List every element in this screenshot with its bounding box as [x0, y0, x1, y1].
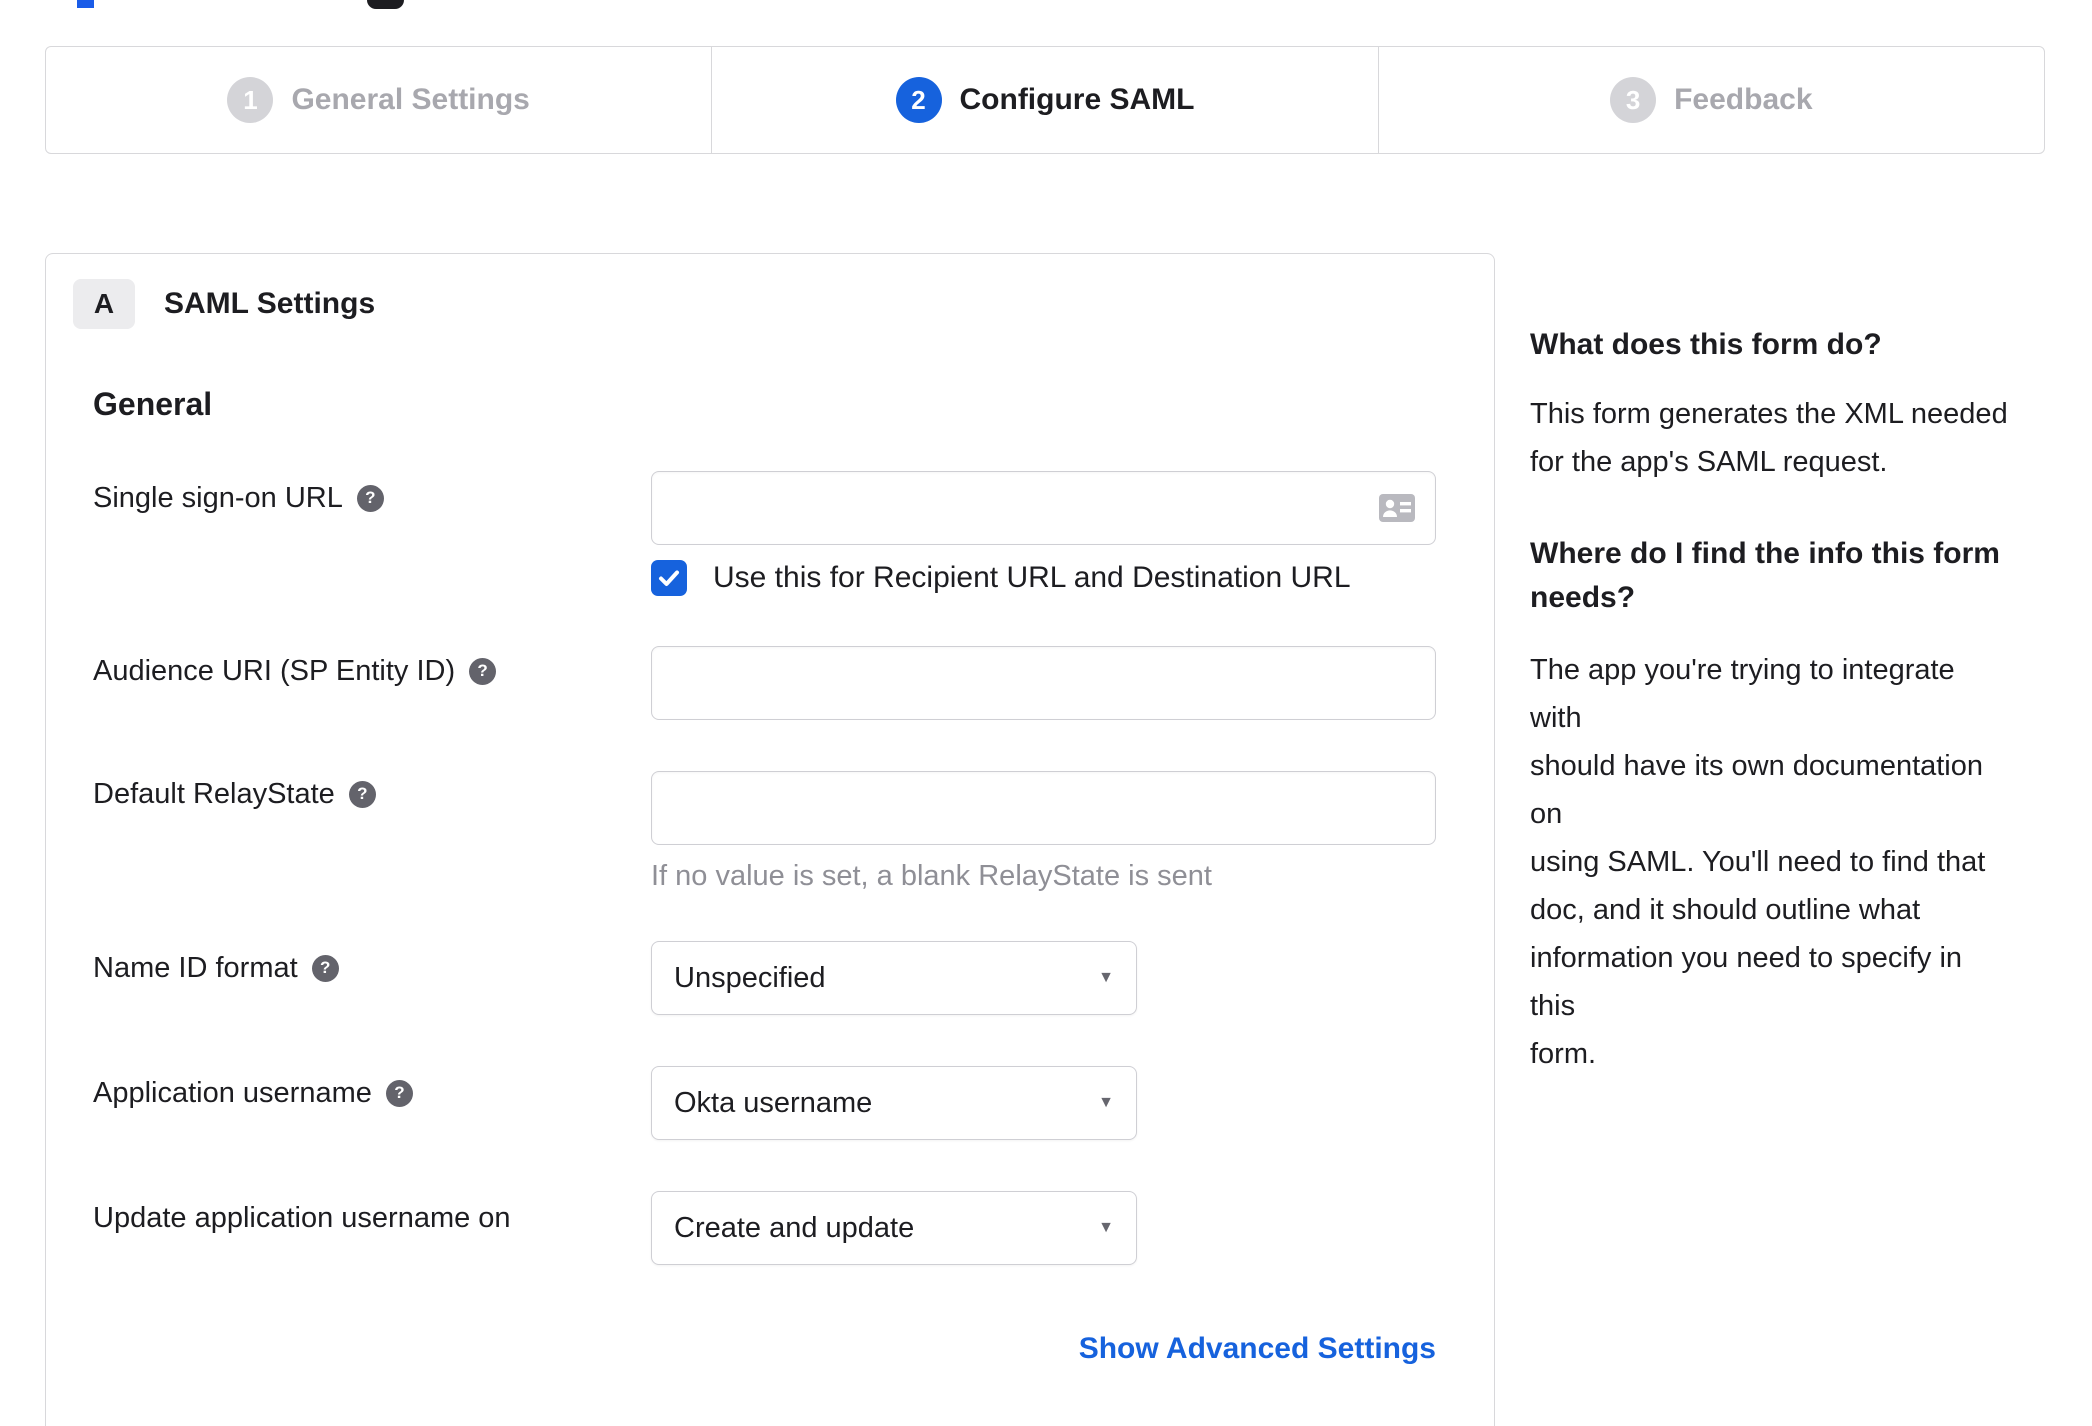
step-1-number-badge: 1 [227, 77, 274, 123]
sidebar-body-where-line: information you need to specify in this [1530, 942, 1963, 1022]
sidebar-body-where-line: should have its own documentation on [1530, 750, 1984, 830]
update-username-label-text: Update application username on [93, 1202, 511, 1234]
name-id-format-select[interactable]: Unspecified ▼ [651, 941, 1137, 1015]
sso-url-label: Single sign-on URL ? [93, 480, 384, 516]
name-id-format-value: Unspecified [674, 961, 826, 994]
step-feedback[interactable]: 3 Feedback [1377, 47, 2044, 153]
sidebar-body-where-line: The app you're trying to integrate with [1530, 654, 1955, 734]
application-username-label-text: Application username [93, 1077, 372, 1109]
step-2-label: Configure SAML [959, 83, 1195, 116]
sidebar-heading-where-line: Where do I find the info this form [1530, 537, 2000, 570]
application-username-value: Okta username [674, 1086, 873, 1119]
help-icon[interactable]: ? [385, 1079, 413, 1107]
section-a-badge: A [73, 279, 135, 329]
step-general-settings[interactable]: 1 General Settings [46, 47, 711, 153]
relay-state-label: Default RelayState ? [93, 776, 376, 812]
contact-card-icon [1378, 493, 1416, 523]
relay-state-input[interactable] [651, 771, 1436, 845]
step-2-number-badge: 2 [895, 77, 942, 123]
sso-url-input[interactable] [651, 471, 1436, 545]
sidebar-body-what-line: This form generates the XML needed [1530, 398, 2008, 430]
step-1-label: General Settings [291, 83, 530, 116]
audience-uri-input[interactable] [651, 646, 1436, 720]
panel-title: SAML Settings [164, 287, 376, 320]
cut-off-dark-icon [367, 0, 404, 9]
use-for-recipient-label: Use this for Recipient URL and Destinati… [713, 561, 1351, 594]
recipient-url-checkbox-row: Use this for Recipient URL and Destinati… [651, 560, 1351, 596]
step-3-label: Feedback [1674, 83, 1813, 116]
audience-uri-label: Audience URI (SP Entity ID) ? [93, 653, 497, 689]
sidebar-body-what: This form generates the XML needed for t… [1530, 390, 2008, 486]
sidebar-heading-where-line: needs? [1530, 581, 1636, 614]
help-icon[interactable]: ? [348, 780, 376, 808]
sidebar-body-where-line: form. [1530, 1038, 1597, 1070]
page-root: 1 General Settings 2 Configure SAML 3 Fe… [0, 0, 2092, 1426]
saml-settings-panel: A SAML Settings General Single sign-on U… [45, 253, 1495, 1426]
sidebar-body-where: The app you're trying to integrate with … [1530, 646, 2008, 1078]
chevron-down-icon: ▼ [1098, 1094, 1114, 1111]
wizard-stepper: 1 General Settings 2 Configure SAML 3 Fe… [45, 46, 2045, 154]
sso-url-label-text: Single sign-on URL [93, 482, 343, 514]
sidebar-heading-where: Where do I find the info this form needs… [1530, 532, 2008, 620]
application-username-select[interactable]: Okta username ▼ [651, 1066, 1137, 1140]
general-section-heading: General [93, 386, 213, 422]
relay-state-label-text: Default RelayState [93, 778, 335, 810]
step-3-number-badge: 3 [1610, 77, 1657, 123]
help-icon[interactable]: ? [311, 954, 339, 982]
sidebar-body-where-line: using SAML. You'll need to find that [1530, 846, 1986, 878]
update-username-select[interactable]: Create and update ▼ [651, 1191, 1137, 1265]
help-icon[interactable]: ? [356, 484, 384, 512]
application-username-label: Application username ? [93, 1075, 413, 1111]
help-icon[interactable]: ? [469, 657, 497, 685]
sso-url-input-wrap [651, 471, 1436, 545]
sidebar-body-where-line: doc, and it should outline what [1530, 894, 1921, 926]
sidebar-body-what-line: for the app's SAML request. [1530, 446, 1888, 478]
name-id-format-label: Name ID format ? [93, 950, 339, 986]
show-advanced-settings-link[interactable]: Show Advanced Settings [1079, 1332, 1436, 1366]
relay-state-hint: If no value is set, a blank RelayState i… [651, 860, 1212, 892]
step-configure-saml[interactable]: 2 Configure SAML [711, 47, 1377, 153]
name-id-format-label-text: Name ID format [93, 952, 298, 984]
update-username-label: Update application username on [93, 1200, 511, 1236]
chevron-down-icon: ▼ [1098, 969, 1114, 986]
chevron-down-icon: ▼ [1098, 1219, 1114, 1236]
help-sidebar: What does this form do? This form genera… [1530, 326, 2008, 1078]
update-username-value: Create and update [674, 1211, 915, 1244]
cut-off-accent-shape [77, 0, 94, 8]
audience-uri-label-text: Audience URI (SP Entity ID) [93, 655, 456, 687]
sidebar-heading-what: What does this form do? [1530, 328, 1882, 361]
use-for-recipient-checkbox[interactable] [651, 560, 687, 596]
